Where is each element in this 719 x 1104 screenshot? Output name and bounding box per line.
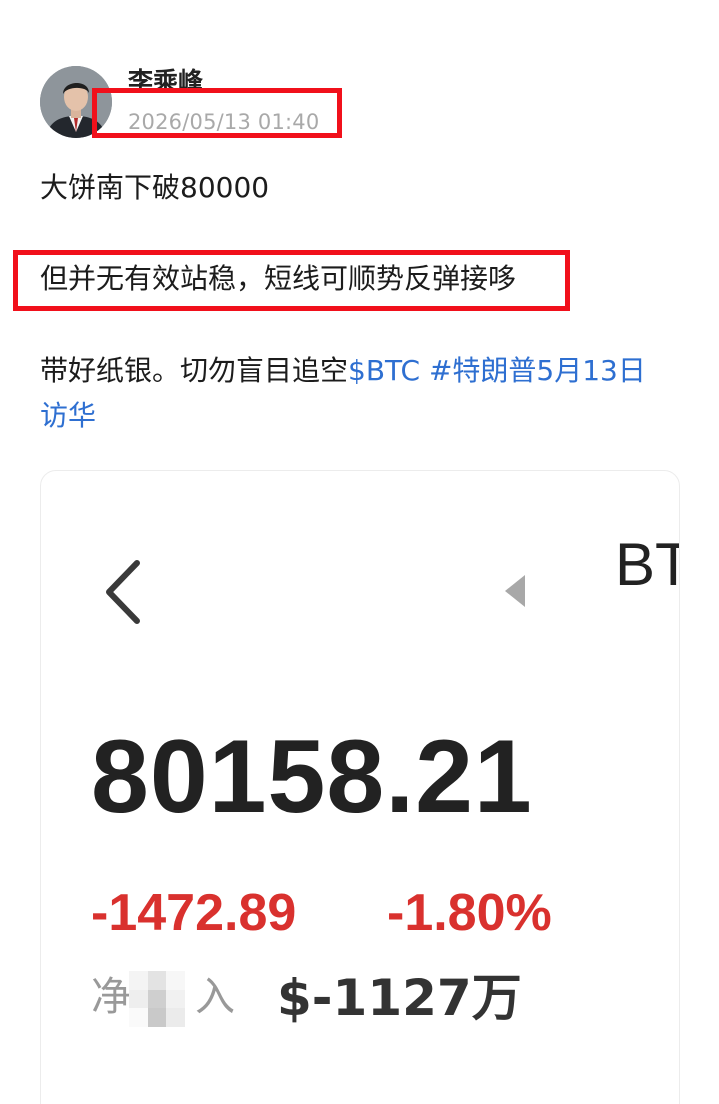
avatar-portrait-icon — [40, 66, 112, 138]
price-change-percent: -1.80% — [387, 884, 552, 942]
author-name[interactable]: 李乘峰 — [128, 66, 203, 98]
price-change-absolute: -1472.89 — [91, 884, 297, 942]
post-text-line: 访华 — [40, 396, 96, 436]
net-inflow-label-end: 入 — [195, 974, 235, 1020]
author-avatar[interactable] — [40, 66, 112, 138]
post-text-line: 带好纸银。切勿盲目追空$BTC #特朗普5月13日 — [40, 351, 646, 391]
hashtag-link[interactable]: 访华 — [40, 399, 96, 432]
post-text-fragment: 带好纸银。切勿盲目追空 — [40, 354, 349, 387]
post-text-line: 大饼南下破80000 — [40, 171, 270, 204]
post-text-line-highlighted: 但并无有效站稳，短线可顺势反弹接哆 — [40, 262, 517, 295]
back-arrow-icon — [106, 560, 140, 624]
triangle-left-icon — [505, 575, 525, 607]
net-inflow-value: $-1127万 — [277, 969, 522, 1027]
blurred-mosaic — [129, 971, 185, 1027]
symbol-label: BT — [615, 531, 679, 598]
hashtag-link[interactable]: $BTC #特朗普5月13日 — [348, 354, 646, 387]
post-page: 李乘峰 2026/05/13 01:40 大饼南下破80000 但并无有效站稳，… — [0, 0, 719, 1104]
price-value: 80158.21 — [91, 719, 533, 835]
embedded-screenshot-card[interactable]: BT 80158.21 -1472.89 -1.80% 净 入 $-1127万 — [40, 470, 680, 1104]
post-timestamp: 2026/05/13 01:40 — [128, 110, 320, 134]
net-inflow-label-start: 净 — [91, 974, 131, 1020]
